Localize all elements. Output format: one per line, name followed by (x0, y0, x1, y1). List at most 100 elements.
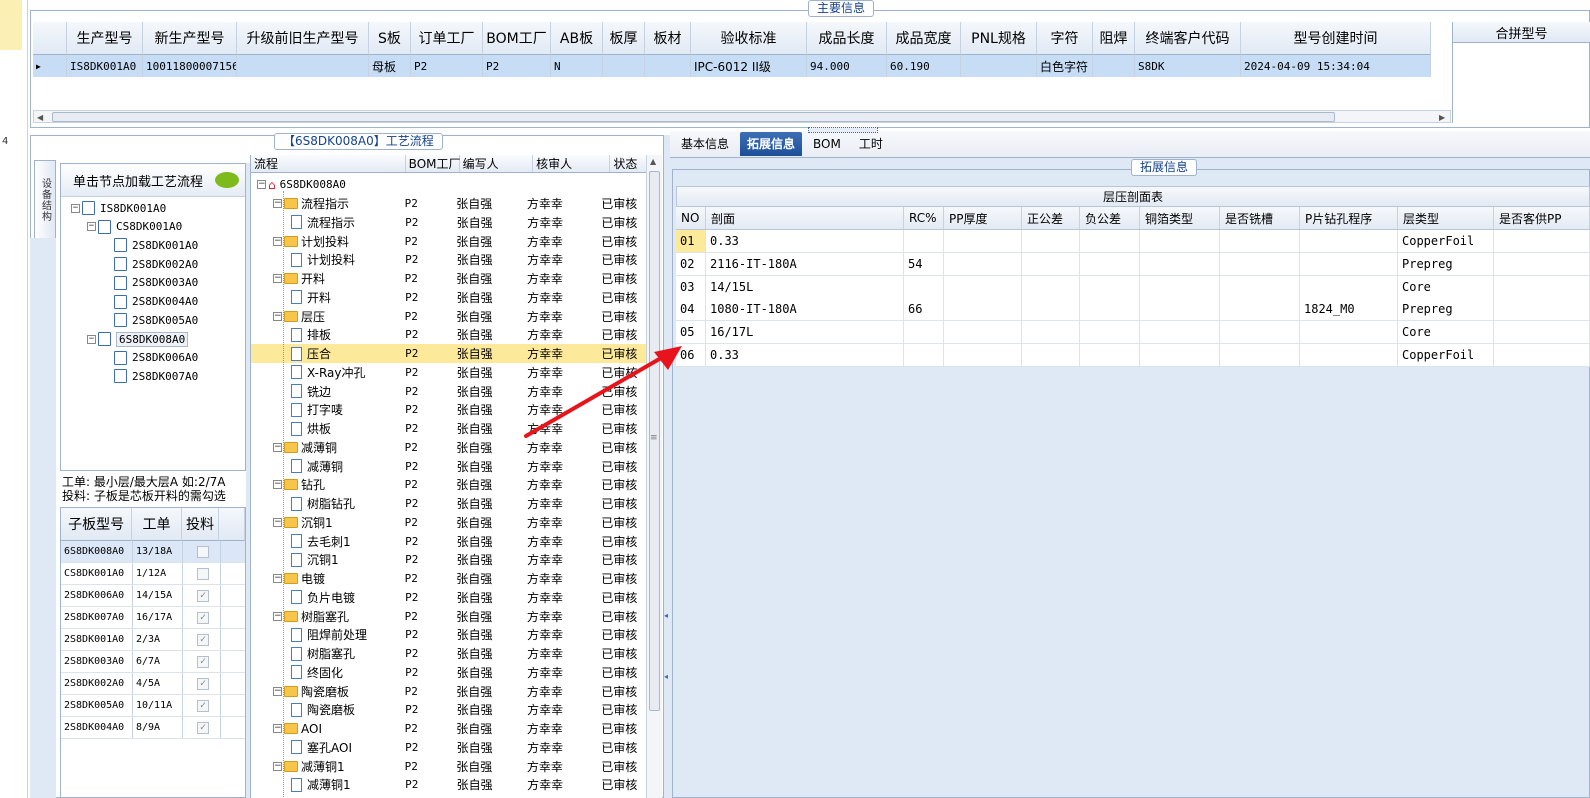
lam-cell[interactable] (1080, 252, 1140, 275)
main-col-header[interactable]: 新生产型号 (143, 22, 237, 55)
lam-cell[interactable] (1300, 344, 1398, 366)
subboard-row[interactable]: 2S8DK007A0 16/17A ✓ (61, 607, 245, 629)
main-col-header[interactable]: 成品长度 (807, 22, 887, 55)
tab-extended[interactable]: 拓展信息 (740, 132, 803, 156)
flow-row[interactable]: 阻焊前处理 P2 张自强 方幸幸 已审核 (251, 625, 647, 644)
lam-cell[interactable] (1140, 298, 1220, 321)
lam-cell[interactable] (944, 275, 1022, 298)
device-structure-tab[interactable]: 设备结构 (34, 160, 56, 240)
lam-cell[interactable] (1022, 298, 1080, 321)
main-cell[interactable]: P2 (411, 55, 483, 77)
main-splitter[interactable]: ◂ ◂ (663, 135, 670, 798)
subboard-col-header[interactable]: 子板型号 (61, 508, 133, 541)
flow-row[interactable]: − 电镀 P2 张自强 方幸幸 已审核 (251, 569, 647, 588)
lam-cell[interactable] (1300, 321, 1398, 344)
subboard-feed[interactable] (183, 541, 221, 562)
flow-row[interactable]: 计划投料 P2 张自强 方幸幸 已审核 (251, 250, 647, 269)
lam-cell[interactable]: 66 (904, 298, 944, 321)
lam-cell[interactable] (1022, 252, 1080, 275)
main-hscrollbar[interactable]: ◀ ▶ (33, 110, 1451, 123)
flow-col-header[interactable]: 编写人 (460, 155, 534, 172)
lam-cell[interactable] (904, 230, 944, 252)
flow-row[interactable]: − 计划投料 P2 张自强 方幸幸 已审核 (251, 232, 647, 251)
lam-cell[interactable] (1220, 298, 1300, 321)
flow-row[interactable]: − 开料 P2 张自强 方幸幸 已审核 (251, 269, 647, 288)
tree-toggle-icon[interactable]: − (273, 761, 282, 771)
lam-cell[interactable] (1300, 252, 1398, 275)
lam-cell[interactable] (1220, 252, 1300, 275)
main-cell[interactable]: S8DK (1135, 55, 1241, 77)
tree-toggle-icon[interactable]: − (273, 236, 282, 246)
lam-cell[interactable]: 03 (676, 275, 706, 298)
lam-col-header[interactable]: 铜箔类型 (1140, 207, 1220, 229)
tree-toggle-icon[interactable]: − (273, 574, 282, 583)
tree-node[interactable]: 2S8DK003A0 (103, 275, 198, 290)
subboard-feed[interactable]: ✓ (183, 717, 221, 738)
lam-col-header[interactable]: RC% (904, 207, 944, 229)
scroll-right-icon[interactable]: ▶ (1439, 113, 1445, 122)
tree-toggle-icon[interactable]: − (273, 199, 282, 208)
scroll-up-icon[interactable]: ▲ (650, 157, 656, 166)
lam-row[interactable]: 02 2116-IT-180A 54 Prepreg (676, 252, 1590, 276)
main-cell[interactable]: IPC-6012 II级 (691, 55, 807, 77)
feed-checkbox[interactable]: ✓ (197, 655, 209, 668)
lam-cell[interactable] (1140, 344, 1220, 366)
flow-col-header[interactable]: 核审人 (533, 155, 611, 172)
tree-toggle-icon[interactable]: − (273, 442, 282, 452)
lam-col-header[interactable]: 剖面 (706, 207, 904, 229)
lam-col-header[interactable]: NO (676, 207, 706, 229)
lam-cell[interactable] (904, 321, 944, 344)
flow-row[interactable]: 终固化 P2 张自强 方幸幸 已审核 (251, 663, 647, 682)
tree-node[interactable]: 2S8DK005A0 (103, 313, 198, 328)
lam-cell[interactable] (1022, 230, 1080, 252)
flow-row[interactable]: − 陶瓷磨板 P2 张自强 方幸幸 已审核 (251, 682, 647, 701)
feed-checkbox[interactable]: ✓ (197, 699, 209, 712)
tree-toggle-icon[interactable]: − (273, 480, 282, 490)
tree-toggle-icon[interactable]: − (273, 517, 282, 527)
lam-row[interactable]: 03 14/15L Core (676, 275, 1590, 299)
subboard-feed[interactable]: ✓ (183, 695, 221, 716)
lam-row[interactable]: 01 0.33 CopperFoil (676, 230, 1590, 253)
main-col-header[interactable]: 板厚 (603, 22, 645, 55)
main-cell[interactable]: P2 (483, 55, 551, 77)
main-col-header[interactable]: 生产型号 (67, 22, 143, 55)
lam-cell[interactable] (1300, 230, 1398, 252)
flow-row[interactable]: 减薄铜 P2 张自强 方幸幸 已审核 (251, 457, 647, 476)
subboard-row[interactable]: 2S8DK005A0 10/11A ✓ (61, 695, 245, 717)
lam-cell[interactable] (1140, 275, 1220, 298)
main-cell[interactable] (1093, 55, 1135, 77)
lam-col-header[interactable]: 是否铣槽 (1220, 207, 1300, 229)
lam-row[interactable]: 06 0.33 CopperFoil (676, 344, 1590, 367)
lam-col-header[interactable]: P片钻孔程序 (1300, 207, 1398, 229)
lam-cell[interactable]: CopperFoil (1398, 344, 1494, 366)
lam-cell[interactable]: Core (1398, 275, 1494, 298)
tree-node[interactable]: 2S8DK007A0 (103, 369, 198, 384)
flow-row[interactable]: − 层压 P2 张自强 方幸幸 已审核 (251, 307, 647, 326)
main-col-header[interactable]: 成品宽度 (887, 22, 961, 55)
tree-toggle-icon[interactable]: − (273, 611, 282, 621)
main-col-header[interactable]: 升级前旧生产型号 (237, 22, 369, 55)
flow-row[interactable]: − 流程指示 P2 张自强 方幸幸 已审核 (251, 194, 647, 213)
lam-cell[interactable]: 0.33 (706, 344, 904, 366)
lam-cell[interactable]: 14/15L (706, 275, 904, 298)
lam-cell[interactable]: 0.33 (706, 230, 904, 252)
feed-checkbox[interactable] (197, 545, 209, 558)
subboard-feed[interactable] (183, 563, 221, 584)
lam-cell[interactable] (1022, 321, 1080, 344)
lam-cell[interactable]: 1824_M0 (1300, 298, 1398, 321)
flow-row[interactable]: − 沉铜1 P2 张自强 方幸幸 已审核 (251, 513, 647, 532)
flow-row[interactable]: 树脂塞孔 P2 张自强 方幸幸 已审核 (251, 644, 647, 663)
subboard-col-header[interactable]: 投料 (181, 508, 220, 541)
feed-checkbox[interactable]: ✓ (197, 611, 209, 624)
main-cell[interactable] (603, 55, 645, 77)
main-cell[interactable]: 60.190 (887, 55, 961, 77)
tree-node[interactable]: − IS8DK001A0 (71, 201, 166, 215)
lam-cell[interactable] (1140, 252, 1220, 275)
main-cell[interactable]: 10011800007156 (143, 55, 237, 77)
subboard-feed[interactable]: ✓ (183, 651, 221, 672)
lam-cell[interactable]: 1080-IT-180A (706, 298, 904, 321)
lam-cell[interactable]: CopperFoil (1398, 230, 1494, 252)
main-col-header[interactable]: 板材 (645, 22, 691, 55)
lam-col-header[interactable]: PP厚度 (944, 207, 1022, 229)
tab-basic[interactable]: 基本信息 (674, 132, 736, 156)
